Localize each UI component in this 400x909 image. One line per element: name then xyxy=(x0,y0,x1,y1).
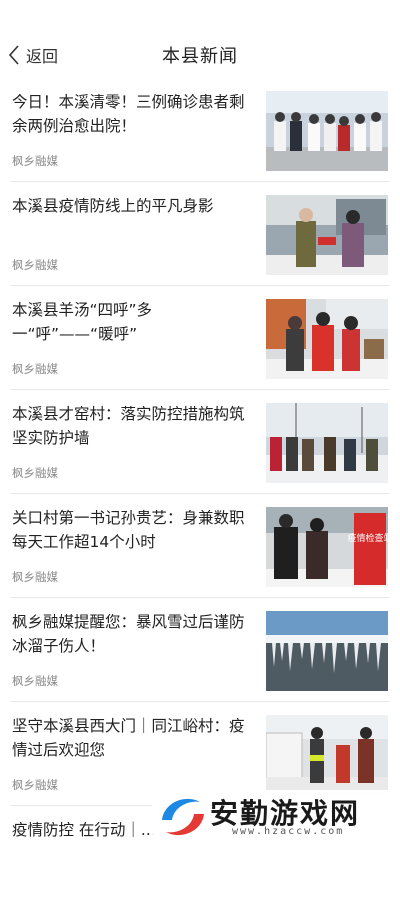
icicles-photo-icon xyxy=(266,611,388,691)
news-title: 本溪县羊汤“四呼”多一“呼”——“暖呼” xyxy=(12,301,153,343)
news-thumbnail[interactable] xyxy=(266,611,388,691)
list-item[interactable]: 本溪县羊汤“四呼”多一“呼”——“暖呼” 枫乡融媒 xyxy=(10,286,390,390)
list-item[interactable]: 本溪县才窑村：落实防控措施构筑坚实防护墙 枫乡融媒 xyxy=(10,390,390,494)
news-title: 今日！本溪清零！三例确诊患者剩余两例治愈出院！ xyxy=(12,93,245,135)
watermark-logo-icon xyxy=(162,798,204,836)
news-source: 枫乡融媒 xyxy=(12,154,58,168)
list-item[interactable]: 关口村第一书记孙贵艺：身兼数职 每天工作超14个小时 枫乡融媒 疫情检查站 xyxy=(10,494,390,598)
watermark: 安勤游戏网 www.hzaccw.com xyxy=(152,790,400,844)
roadside-checkpoint-photo-icon xyxy=(266,715,388,795)
list-item[interactable]: 枫乡融媒提醒您：暴风雪过后谨防冰溜子伤人！ 枫乡融媒 xyxy=(10,598,390,702)
nav-bar: 返回 本县新闻 xyxy=(0,0,400,78)
news-thumbnail[interactable] xyxy=(266,299,388,379)
news-thumbnail[interactable] xyxy=(266,195,388,275)
checkpoint-station-photo-icon: 疫情检查站 xyxy=(266,507,388,587)
list-item[interactable]: 今日！本溪清零！三例确诊患者剩余两例治愈出院！ 枫乡融媒 xyxy=(10,78,390,182)
news-title: 本溪县才窑村：落实防控措施构筑坚实防护墙 xyxy=(12,405,245,447)
page-title: 本县新闻 xyxy=(162,46,238,67)
checkpoint-volunteers-photo-icon xyxy=(266,195,388,275)
news-title: 本溪县疫情防线上的平凡身影 xyxy=(12,197,214,215)
news-thumbnail[interactable] xyxy=(266,403,388,483)
watermark-url: www.hzaccw.com xyxy=(232,826,345,837)
news-thumbnail[interactable] xyxy=(266,91,388,171)
news-source: 枫乡融媒 xyxy=(12,570,58,584)
medical-staff-photo-icon xyxy=(266,91,388,171)
news-title: 坚守本溪县西大门｜同江峪村：疫情过后欢迎您 xyxy=(12,717,245,759)
village-road-photo-icon xyxy=(266,403,388,483)
soup-serving-photo-icon xyxy=(266,299,388,379)
list-item[interactable]: 本溪县疫情防线上的平凡身影 枫乡融媒 xyxy=(10,182,390,286)
news-thumbnail[interactable] xyxy=(266,715,388,795)
sign-text: 疫情检查站 xyxy=(347,532,388,544)
news-source: 枫乡融媒 xyxy=(12,778,58,792)
news-title: 关口村第一书记孙贵艺：身兼数职 每天工作超14个小时 xyxy=(12,509,245,551)
news-source: 枫乡融媒 xyxy=(12,258,58,272)
news-source: 枫乡融媒 xyxy=(12,466,58,480)
news-list: 今日！本溪清零！三例确诊患者剩余两例治愈出院！ 枫乡融媒 本溪县疫情防线上的平凡… xyxy=(0,78,400,909)
news-source: 枫乡融媒 xyxy=(12,362,58,376)
news-source: 枫乡融媒 xyxy=(12,674,58,688)
news-title: 枫乡融媒提醒您：暴风雪过后谨防冰溜子伤人！ xyxy=(12,613,245,655)
news-thumbnail[interactable]: 疫情检查站 xyxy=(266,507,388,587)
